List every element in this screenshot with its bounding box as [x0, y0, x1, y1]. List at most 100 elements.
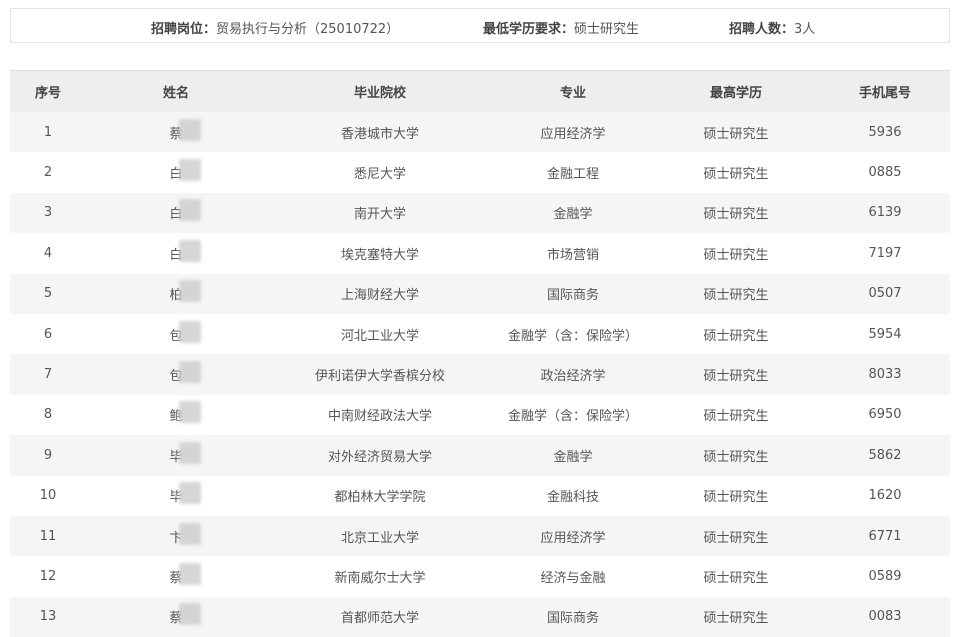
graduate-school-cell: 香港城市大学	[340, 126, 419, 142]
row-number-cell: 10	[39, 488, 57, 504]
name-blur-mask	[179, 562, 202, 585]
major-cell: 金融学	[553, 449, 593, 465]
header-degree: 最高学历	[709, 86, 762, 101]
education-value: 硕士研究生	[574, 22, 640, 37]
graduate-school-cell: 都柏林大学学院	[334, 490, 426, 506]
row-number-cell: 3	[43, 205, 53, 221]
candidate-name-cell: 白	[86, 233, 266, 273]
position-info: 招聘岗位：贸易执行与分析（25010722）	[151, 18, 399, 37]
candidate-name-cell: 毕	[86, 476, 266, 516]
row-number-cell: 9	[43, 447, 53, 463]
candidate-name-cell: 卞	[86, 516, 266, 556]
position-value: 贸易执行与分析（25010722）	[216, 22, 400, 37]
education-requirement: 最低学历要求：硕士研究生	[483, 18, 639, 37]
table-row: 4 白 埃克塞特大学 市场营销 硕士研究生 7197	[10, 233, 950, 274]
candidate-name-cell: 蔡	[86, 556, 266, 596]
header-school: 毕业院校	[353, 86, 406, 101]
highest-degree-cell: 硕士研究生	[703, 530, 769, 546]
table-row: 5 柏 上海财经大学 国际商务 硕士研究生 0507	[10, 273, 950, 314]
position-label: 招聘岗位：	[151, 22, 217, 37]
graduate-school-cell: 伊利诺伊大学香槟分校	[314, 369, 445, 385]
name-wrapper: 包	[169, 361, 202, 384]
count-label: 招聘人数：	[729, 22, 795, 37]
phone-suffix-cell: 5936	[868, 124, 902, 140]
table-row: 11 卞 北京工业大学 应用经济学 硕士研究生 6771	[10, 515, 950, 557]
position-info-bar: 招聘岗位：贸易执行与分析（25010722） 最低学历要求：硕士研究生 招聘人数…	[10, 8, 950, 43]
major-cell: 政治经济学	[540, 369, 606, 385]
row-number-cell: 2	[43, 165, 53, 181]
graduate-school-cell: 南开大学	[353, 207, 406, 223]
name-blur-mask	[179, 280, 202, 303]
major-cell: 国际商务	[546, 288, 599, 304]
candidate-name-cell: 白	[86, 152, 266, 192]
phone-suffix-cell: 6771	[868, 528, 902, 544]
phone-suffix-cell: 0589	[868, 568, 902, 584]
graduate-school-cell: 对外经济贸易大学	[327, 449, 432, 465]
name-wrapper: 蔡	[169, 562, 202, 586]
phone-suffix-cell: 7197	[868, 245, 902, 261]
recruit-count: 招聘人数：3人	[729, 18, 815, 37]
row-number-cell: 6	[43, 326, 53, 342]
name-blur-mask	[179, 361, 202, 384]
row-number-cell: 11	[39, 528, 57, 544]
name-blur-mask	[179, 482, 202, 505]
table-row: 2 白 悉尼大学 金融工程 硕士研究生 0885	[10, 152, 950, 193]
table-row: 3 白 南开大学 金融学 硕士研究生 6139	[10, 192, 950, 234]
highest-degree-cell: 硕士研究生	[703, 409, 769, 425]
name-blur-mask	[179, 401, 202, 424]
highest-degree-cell: 硕士研究生	[703, 570, 769, 586]
name-wrapper: 毕	[169, 441, 202, 465]
table-row: 1 蔡 香港城市大学 应用经济学 硕士研究生 5936	[10, 112, 950, 153]
header-name: 姓名	[162, 86, 189, 101]
name-wrapper: 卞	[169, 522, 202, 546]
phone-suffix-cell: 6139	[868, 205, 902, 221]
highest-degree-cell: 硕士研究生	[703, 288, 769, 304]
row-number-cell: 7	[43, 367, 53, 383]
name-blur-mask	[179, 522, 202, 545]
name-blur-mask	[179, 441, 202, 464]
table-row: 10 毕 都柏林大学学院 金融科技 硕士研究生 1620	[10, 475, 950, 516]
name-wrapper: 白	[169, 159, 202, 182]
candidate-name-cell: 包	[86, 354, 266, 394]
candidate-name-cell: 毕	[86, 435, 266, 475]
highest-degree-cell: 硕士研究生	[703, 247, 769, 263]
phone-suffix-cell: 5954	[868, 326, 902, 342]
graduate-school-cell: 悉尼大学	[353, 167, 406, 183]
table-row: 7 包 伊利诺伊大学香槟分校 政治经济学 硕士研究生 8033	[10, 354, 950, 395]
row-number-cell: 5	[43, 286, 53, 302]
graduate-school-cell: 上海财经大学	[340, 288, 419, 304]
candidate-name-cell: 包	[86, 314, 266, 354]
graduate-school-cell: 埃克塞特大学	[340, 247, 419, 263]
major-cell: 市场营销	[546, 247, 599, 263]
phone-suffix-cell: 0507	[868, 286, 902, 302]
phone-suffix-cell: 5862	[868, 447, 902, 463]
major-cell: 应用经济学	[540, 530, 606, 546]
row-number-cell: 1	[43, 124, 53, 140]
candidate-name-cell: 鲍	[86, 395, 266, 435]
graduate-school-cell: 河北工业大学	[340, 328, 419, 344]
major-cell: 金融学	[553, 207, 593, 223]
table-row: 6 包 河北工业大学 金融学（含：保险学） 硕士研究生 5954	[10, 313, 950, 355]
phone-suffix-cell: 0885	[868, 165, 902, 181]
name-wrapper: 蔡	[169, 603, 202, 626]
name-blur-mask	[179, 199, 202, 222]
highest-degree-cell: 硕士研究生	[703, 369, 769, 385]
table-row: 8 鲍 中南财经政法大学 金融学（含：保险学） 硕士研究生 6950	[10, 394, 950, 436]
education-label: 最低学历要求：	[483, 22, 575, 37]
highest-degree-cell: 硕士研究生	[703, 490, 769, 506]
candidate-name-cell: 蔡	[86, 112, 266, 152]
graduate-school-cell: 北京工业大学	[340, 530, 419, 546]
name-wrapper: 毕	[169, 482, 202, 505]
name-blur-mask	[179, 320, 202, 343]
row-number-cell: 12	[39, 568, 57, 584]
table-body: 1 蔡香港城市大学 应用经济学 硕士研究生 5936 2 白悉尼大学 金融工程 硕士研究生 088…	[10, 112, 950, 637]
candidate-table: 序号 姓名 毕业院校 专业 最高学历 手机尾号 1 蔡香港城市大学 应用经济学 硕士研…	[10, 70, 950, 637]
highest-degree-cell: 硕士研究生	[703, 167, 769, 183]
highest-degree-cell: 硕士研究生	[703, 328, 769, 344]
major-cell: 应用经济学	[540, 126, 606, 142]
phone-suffix-cell: 1620	[868, 488, 902, 504]
table-header-row: 序号 姓名 毕业院校 专业 最高学历 手机尾号	[10, 71, 950, 112]
highest-degree-cell: 硕士研究生	[703, 207, 769, 223]
name-wrapper: 鲍	[169, 401, 202, 424]
header-major: 专业	[559, 86, 586, 101]
